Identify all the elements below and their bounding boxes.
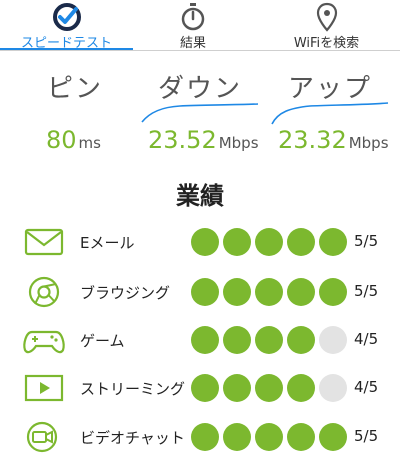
performance-title: 業績	[176, 182, 224, 210]
rating-dot-empty	[319, 374, 347, 402]
row-score: 5/5	[354, 232, 379, 250]
ping-label: ピン	[46, 74, 103, 104]
gamepad-icon	[22, 324, 66, 356]
performance-row-video-chat: ビデオチャット 5/5	[0, 417, 400, 457]
rating-dot-filled	[287, 374, 315, 402]
rating-dot-filled	[319, 423, 347, 451]
performance-row-streaming: ストリーミング 4/5	[0, 368, 400, 408]
ping-value: 80 ms	[46, 126, 101, 154]
row-score: 5/5	[354, 427, 379, 445]
download-value: 23.52 Mbps	[148, 126, 259, 154]
row-score: 4/5	[354, 378, 379, 396]
tab-label: WiFiを検索	[293, 36, 360, 51]
rating-dot-filled	[255, 228, 283, 256]
rating-dot-filled	[255, 423, 283, 451]
row-score: 4/5	[354, 330, 379, 348]
rating-dot-filled	[255, 278, 283, 306]
tab-label: 結果	[179, 36, 206, 51]
rating-dot-filled	[319, 228, 347, 256]
ping-unit: ms	[78, 134, 101, 152]
download-sparkline	[141, 103, 259, 123]
video-play-icon	[22, 372, 66, 404]
performance-row-browsing: ブラウジング 5/5	[0, 272, 400, 312]
row-label: ビデオチャット	[80, 429, 185, 447]
rating-dot-filled	[287, 278, 315, 306]
mail-icon	[22, 226, 66, 258]
download-unit: Mbps	[218, 134, 259, 152]
upload-unit: Mbps	[348, 134, 389, 152]
row-label: ゲーム	[80, 332, 125, 350]
rating-dot-filled	[223, 423, 251, 451]
rating-dot-filled	[191, 374, 219, 402]
ping-number: 80	[46, 126, 77, 154]
browser-icon	[22, 276, 66, 308]
performance-row-gaming: ゲーム 4/5	[0, 320, 400, 360]
rating-dot-filled	[287, 228, 315, 256]
rating-dot-filled	[191, 326, 219, 354]
stopwatch-icon	[180, 2, 206, 36]
tab-speed-test[interactable]: スピードテスト	[0, 0, 133, 51]
row-label: ブラウジング	[80, 284, 171, 302]
upload-value: 23.32 Mbps	[278, 126, 389, 154]
upload-sparkline	[271, 102, 389, 125]
speedometer-check-icon	[52, 2, 82, 36]
download-number: 23.52	[148, 126, 217, 154]
rating-dot-filled	[223, 278, 251, 306]
row-label: Eメール	[80, 234, 135, 252]
rating-dot-filled	[223, 374, 251, 402]
performance-row-email: Eメール 5/5	[0, 222, 400, 262]
rating-dot-filled	[191, 228, 219, 256]
rating-dot-filled	[287, 423, 315, 451]
rating-dot-filled	[255, 374, 283, 402]
tab-bar: スピードテスト 結果 WiFiを検索	[0, 0, 400, 51]
row-score: 5/5	[354, 282, 379, 300]
rating-dot-filled	[191, 278, 219, 306]
upload-number: 23.32	[278, 126, 347, 154]
video-chat-icon	[22, 421, 66, 453]
rating-dot-filled	[287, 326, 315, 354]
tab-divider	[0, 50, 400, 51]
rating-dot-filled	[191, 423, 219, 451]
rating-dot-filled	[223, 228, 251, 256]
rating-dot-empty	[319, 326, 347, 354]
tab-results[interactable]: 結果	[133, 0, 253, 51]
location-pin-icon	[316, 2, 338, 36]
rating-dot-filled	[223, 326, 251, 354]
rating-dot-filled	[255, 326, 283, 354]
tab-find-wifi[interactable]: WiFiを検索	[253, 0, 400, 51]
row-label: ストリーミング	[80, 380, 186, 398]
rating-dot-filled	[319, 278, 347, 306]
